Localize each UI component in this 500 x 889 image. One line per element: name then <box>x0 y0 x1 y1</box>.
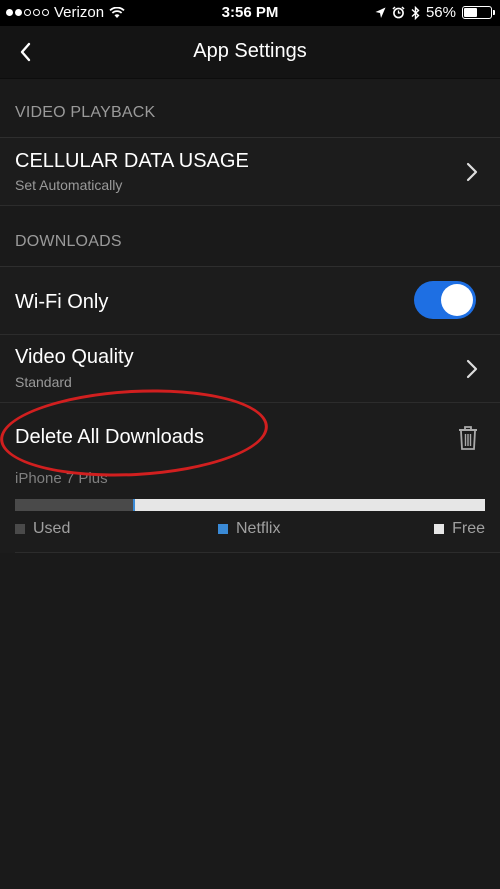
chevron-right-icon <box>466 359 478 379</box>
storage-bar <box>15 499 485 511</box>
section-header-video-playback: VIDEO PLAYBACK <box>0 78 500 138</box>
video-quality-title: Video Quality <box>15 346 134 368</box>
cellular-data-usage-row[interactable]: CELLULAR DATA USAGE Set Automatically <box>0 138 500 206</box>
legend-free: Free <box>434 520 485 538</box>
video-quality-row[interactable]: Video Quality Standard <box>0 335 500 403</box>
section-header-downloads: DOWNLOADS <box>0 207 500 267</box>
legend-label-netflix: Netflix <box>236 520 281 537</box>
cellular-data-usage-title: CELLULAR DATA USAGE <box>15 150 249 172</box>
storage-free-segment <box>134 499 485 511</box>
legend-used: Used <box>15 520 70 538</box>
legend-swatch-free <box>434 524 445 534</box>
status-right: 56% <box>375 4 495 21</box>
trash-icon[interactable] <box>458 425 478 451</box>
legend-swatch-netflix <box>218 524 228 534</box>
video-quality-value: Standard <box>15 374 72 390</box>
section-header-label: DOWNLOADS <box>15 233 122 250</box>
storage-used-segment <box>15 499 133 511</box>
legend-label-free: Free <box>452 520 485 537</box>
wifi-only-row: Wi-Fi Only <box>0 267 500 335</box>
status-bar: Verizon 3:56 PM 56% <box>0 0 500 26</box>
navigation-bar: App Settings <box>0 26 500 79</box>
divider <box>15 552 500 553</box>
legend-swatch-used <box>15 524 25 534</box>
alarm-icon <box>392 6 405 19</box>
battery-icon <box>462 6 495 19</box>
page-title: App Settings <box>193 40 307 62</box>
bluetooth-icon <box>411 5 420 20</box>
wifi-only-title: Wi-Fi Only <box>15 291 109 313</box>
toggle-knob <box>441 284 473 316</box>
legend-netflix: Netflix <box>218 520 280 538</box>
wifi-only-toggle[interactable] <box>414 281 476 319</box>
location-icon <box>375 7 386 18</box>
cellular-data-usage-value: Set Automatically <box>15 177 123 193</box>
section-header-label: VIDEO PLAYBACK <box>15 104 156 121</box>
battery-percent: 56% <box>425 4 456 21</box>
chevron-right-icon <box>466 162 478 182</box>
legend-label-used: Used <box>33 520 71 537</box>
